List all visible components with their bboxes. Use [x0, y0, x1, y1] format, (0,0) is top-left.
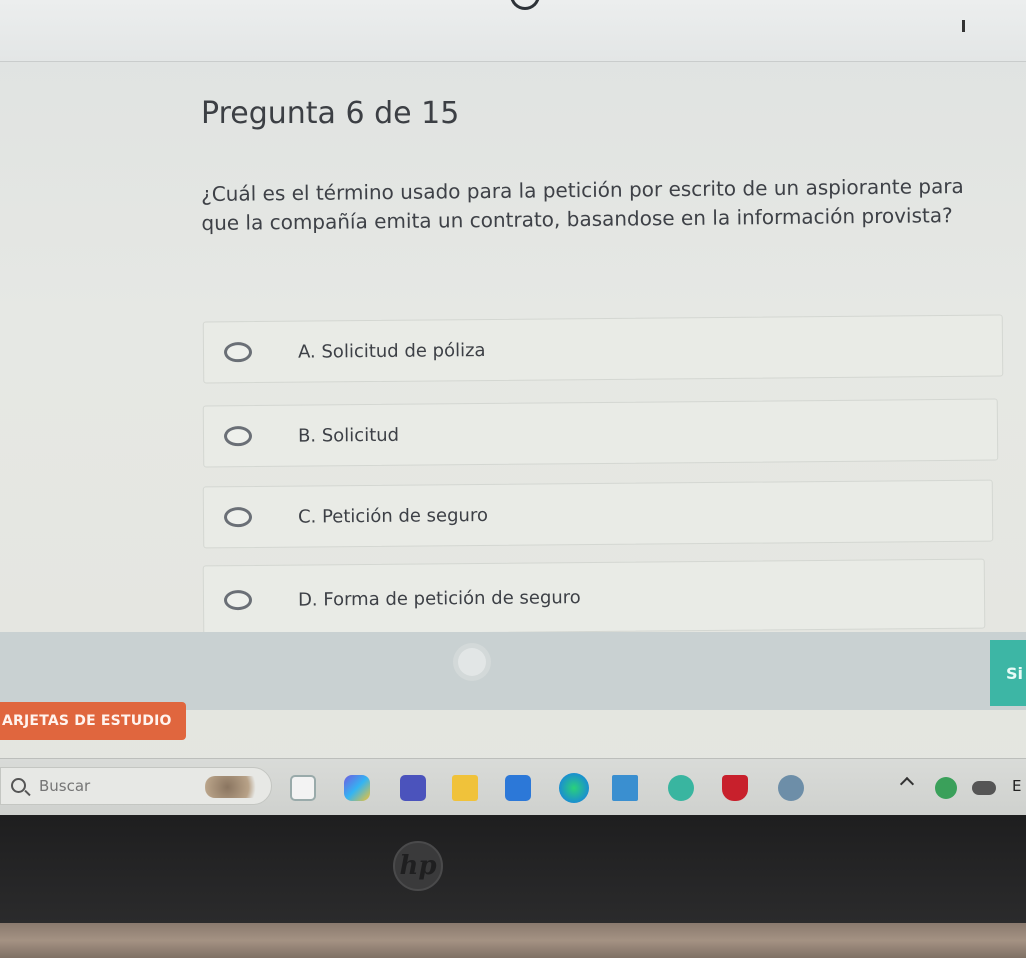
question-title: Pregunta 6 de 15 — [201, 96, 460, 131]
hp-logo: hp — [393, 841, 443, 891]
answer-option-a[interactable]: A. Solicitud de póliza — [202, 314, 1004, 384]
windows-taskbar: E — [0, 758, 1026, 815]
question-text: ¿Cuál es el término usado para la petici… — [201, 174, 964, 235]
file-explorer-icon[interactable] — [290, 775, 316, 801]
laptop-hinge — [0, 923, 1026, 958]
teams-icon[interactable] — [400, 775, 426, 801]
mcgraw-hill-icon[interactable] — [612, 775, 638, 801]
tray-language-label[interactable]: E — [1012, 777, 1021, 795]
radio-button-icon[interactable] — [223, 589, 253, 611]
search-highlight-icon — [205, 776, 261, 798]
answer-label-d: D. Forma de petición de seguro — [297, 586, 581, 611]
taskbar-search-input[interactable] — [39, 775, 199, 797]
laptop-bezel: hp — [0, 815, 1026, 923]
radio-button-icon[interactable] — [223, 342, 253, 363]
settings-icon[interactable] — [778, 775, 804, 801]
taskbar-search[interactable] — [0, 767, 272, 805]
answer-label-a: A. Solicitud de póliza — [297, 339, 486, 363]
answer-option-d[interactable]: D. Forma de petición de seguro — [202, 558, 986, 636]
search-icon — [11, 778, 26, 793]
radio-button-icon[interactable] — [223, 507, 253, 528]
radio-button-icon[interactable] — [223, 426, 253, 447]
answer-label-c: C. Petición de seguro — [297, 504, 489, 528]
show-hidden-icons-chevron-icon[interactable] — [899, 776, 915, 792]
answer-option-b[interactable]: B. Solicitud — [202, 398, 999, 468]
help-icon[interactable] — [668, 775, 694, 801]
progress-ring-icon — [510, 0, 540, 10]
study-cards-button[interactable]: ARJETAS DE ESTUDIO — [0, 702, 186, 740]
mcafee-icon[interactable] — [722, 775, 748, 801]
answer-option-c[interactable]: C. Petición de seguro — [202, 479, 994, 549]
next-button[interactable]: Si — [990, 640, 1026, 706]
quiz-screen: Pregunta 6 de 15 ¿Cuál es el término usa… — [0, 0, 1026, 815]
copilot-icon[interactable] — [344, 775, 370, 801]
top-header-strip — [0, 0, 1026, 62]
onedrive-icon[interactable] — [972, 781, 996, 795]
quiz-footer-bar: Si — [0, 632, 1026, 710]
tray-app-icon[interactable] — [935, 777, 957, 799]
header-marker — [962, 20, 965, 32]
edge-icon[interactable] — [559, 773, 589, 803]
folder-icon[interactable] — [452, 775, 478, 801]
loading-gear-icon — [458, 648, 486, 676]
store-icon[interactable] — [505, 775, 531, 801]
answer-label-b: B. Solicitud — [297, 424, 400, 447]
